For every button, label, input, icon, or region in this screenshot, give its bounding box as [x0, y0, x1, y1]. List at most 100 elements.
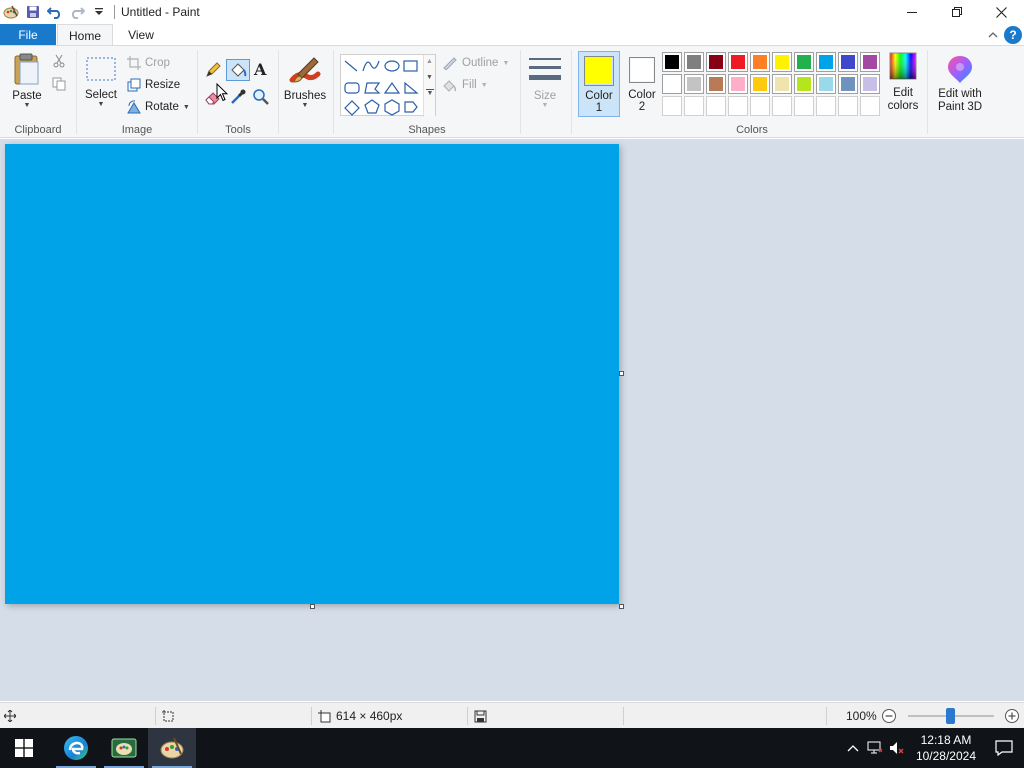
zoom-out-button[interactable] — [881, 703, 897, 729]
color2-button[interactable]: Color 2 — [622, 51, 662, 117]
palette-swatch-empty[interactable] — [816, 96, 836, 116]
cut-icon[interactable] — [52, 54, 66, 71]
taskbar-paint[interactable] — [148, 728, 196, 768]
paste-button[interactable]: Paste ▼ — [8, 52, 46, 109]
resize-button[interactable]: Resize — [127, 75, 180, 95]
palette-swatch[interactable] — [772, 74, 792, 94]
palette-swatch-empty[interactable] — [684, 96, 704, 116]
restore-button[interactable] — [934, 0, 979, 24]
close-button[interactable] — [979, 0, 1024, 24]
resize-handle-corner[interactable] — [619, 604, 624, 609]
quick-access-toolbar — [0, 0, 110, 24]
network-icon[interactable] — [864, 741, 886, 755]
color-picker-icon[interactable] — [229, 88, 247, 109]
clock[interactable]: 12:18 AM 10/28/2024 — [908, 732, 984, 764]
text-tool-icon[interactable]: A — [254, 60, 266, 79]
drawing-canvas[interactable] — [5, 144, 619, 604]
resize-handle-bottom[interactable] — [310, 604, 315, 609]
rotate-button[interactable]: Rotate ▼ — [127, 97, 190, 117]
selection-size-icon — [162, 709, 174, 721]
palette-swatch[interactable] — [794, 74, 814, 94]
palette-swatch[interactable] — [684, 74, 704, 94]
size-button[interactable]: Size ▼ — [526, 54, 564, 109]
brushes-button[interactable]: Brushes ▼ — [282, 54, 328, 109]
select-label: Select — [85, 89, 117, 101]
palette-swatch-empty[interactable] — [728, 96, 748, 116]
clipboard-group: Paste ▼ Clipboard — [0, 46, 76, 138]
palette-swatch[interactable] — [816, 74, 836, 94]
palette-swatch[interactable] — [860, 52, 880, 72]
window-title: Untitled - Paint — [121, 5, 200, 19]
status-divider — [467, 707, 468, 725]
palette-swatch[interactable] — [750, 74, 770, 94]
save-icon[interactable] — [22, 1, 44, 23]
magnifier-icon[interactable] — [252, 88, 270, 109]
outline-button[interactable]: Outline ▼ — [442, 53, 509, 73]
palette-swatch[interactable] — [684, 52, 704, 72]
palette-swatch[interactable] — [728, 74, 748, 94]
palette-swatch-empty[interactable] — [662, 96, 682, 116]
palette-swatch[interactable] — [706, 74, 726, 94]
palette-swatch-empty[interactable] — [772, 96, 792, 116]
taskbar-edge[interactable] — [52, 728, 100, 768]
color-palette — [662, 52, 884, 118]
color1-button[interactable]: Color 1 — [578, 51, 620, 117]
palette-swatch[interactable] — [662, 74, 682, 94]
palette-swatch[interactable] — [794, 52, 814, 72]
resize-handle-right[interactable] — [619, 371, 624, 376]
zoom-slider[interactable] — [908, 703, 994, 729]
crop-button[interactable]: Crop — [127, 53, 170, 73]
palette-swatch-empty[interactable] — [794, 96, 814, 116]
palette-swatch-empty[interactable] — [750, 96, 770, 116]
edit-colors-button[interactable]: Edit colors — [884, 52, 922, 113]
chevron-down-icon: ▼ — [502, 59, 510, 67]
edit-colors-line2: colors — [887, 100, 919, 112]
color2-label: Color — [628, 89, 656, 101]
paint-app-icon[interactable] — [0, 1, 22, 23]
palette-swatch-empty[interactable] — [838, 96, 858, 116]
palette-swatch[interactable] — [838, 74, 858, 94]
minimize-ribbon-icon[interactable] — [988, 28, 998, 42]
palette-swatch[interactable] — [750, 52, 770, 72]
tab-file[interactable]: File — [0, 24, 56, 46]
customize-toolbar-icon[interactable] — [88, 1, 110, 23]
tab-home[interactable]: Home — [57, 24, 113, 46]
clock-time: 12:18 AM — [920, 733, 972, 747]
zoom-slider-thumb[interactable] — [946, 708, 955, 724]
volume-icon[interactable] — [886, 741, 908, 755]
palette-swatch[interactable] — [860, 74, 880, 94]
shapes-gallery[interactable]: ▲ ▼ ▼ — [340, 54, 436, 117]
select-button[interactable]: Select ▼ — [83, 56, 119, 108]
palette-swatch-empty[interactable] — [860, 96, 880, 116]
notifications-icon[interactable] — [984, 740, 1024, 756]
start-button[interactable] — [0, 728, 48, 768]
shapes-scrollbar[interactable]: ▲ ▼ ▼ — [423, 55, 435, 117]
fill-bucket-icon[interactable] — [226, 59, 250, 81]
fill-button[interactable]: Fill ▼ — [442, 75, 488, 95]
redo-icon[interactable] — [66, 1, 88, 23]
palette-swatch[interactable] — [728, 52, 748, 72]
minimize-button[interactable] — [889, 0, 934, 24]
show-hidden-icons[interactable] — [842, 744, 864, 752]
undo-icon[interactable] — [44, 1, 66, 23]
palette-swatch[interactable] — [838, 52, 858, 72]
canvas-workspace[interactable] — [0, 139, 1024, 701]
tab-view[interactable]: View — [115, 24, 167, 46]
brush-icon — [289, 57, 321, 83]
copy-icon[interactable] — [52, 77, 66, 94]
chevron-up-icon — [847, 745, 859, 752]
palette-swatch[interactable] — [816, 52, 836, 72]
pencil-icon[interactable] — [204, 61, 222, 82]
clock-date: 10/28/2024 — [915, 749, 976, 763]
help-icon[interactable]: ? — [1004, 26, 1022, 44]
palette-swatch[interactable] — [662, 52, 682, 72]
zoom-in-button[interactable] — [1004, 703, 1020, 729]
taskbar-photo-app[interactable] — [100, 728, 148, 768]
canvas-dimensions: 614 × 460px — [336, 709, 403, 723]
resize-icon — [127, 78, 141, 92]
cursor-position-icon — [4, 710, 16, 722]
palette-swatch[interactable] — [772, 52, 792, 72]
palette-swatch[interactable] — [706, 52, 726, 72]
edit-with-paint3d-button[interactable]: Edit with Paint 3D — [932, 54, 988, 114]
palette-swatch-empty[interactable] — [706, 96, 726, 116]
